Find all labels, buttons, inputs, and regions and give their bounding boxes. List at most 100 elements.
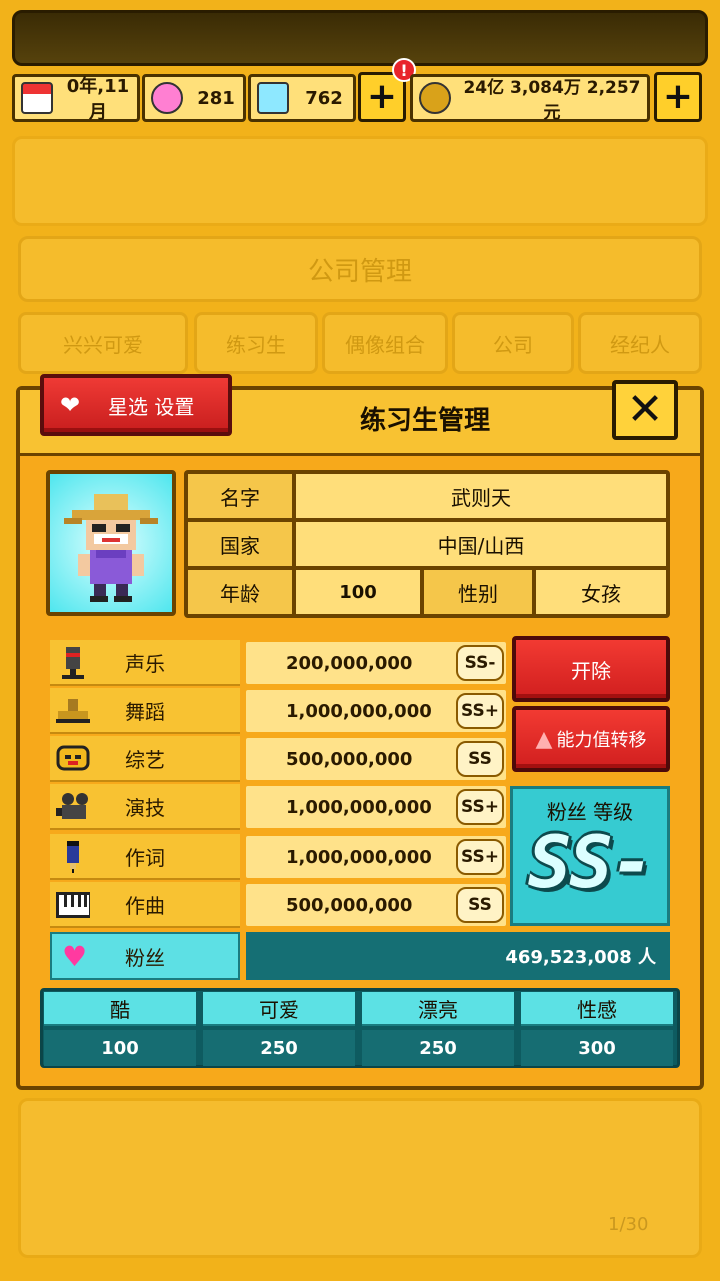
mic-icon [56, 646, 90, 680]
camera-icon [56, 790, 90, 824]
attribute-pretty: 漂亮 250 [362, 992, 514, 1066]
stat-row-acting: 演技 1,000,000,000 SS+ [50, 784, 510, 830]
stat-row-vocal: 声乐 200,000,000 SS- [50, 640, 510, 686]
attribute-value: 300 [521, 1030, 673, 1066]
grade-badge: SS+ [456, 789, 504, 825]
background-list-panel [18, 1098, 702, 1258]
background-tab-2: 偶像组合 [322, 312, 448, 374]
attribute-value: 250 [203, 1030, 355, 1066]
transfer-label: 能力值转移 [556, 730, 647, 751]
dismiss-label: 开除 [571, 658, 611, 683]
stat-name-cell: 综艺 [50, 736, 240, 782]
stat-value-cell: 1,000,000,000 SS+ [246, 690, 506, 732]
stat-row-compose: 作曲 500,000,000 SS [50, 882, 510, 928]
stat-value: 1,000,000,000 [286, 796, 432, 818]
pink-gem-icon [151, 82, 183, 114]
pink-gem-value: 281 [197, 87, 235, 109]
gender-value: 女孩 [536, 570, 666, 614]
age-label: 年龄 [188, 570, 292, 614]
add-money-button[interactable]: + [654, 72, 702, 122]
stat-label: 作词 [125, 845, 165, 870]
fans-heart-icon: ♥ [62, 940, 88, 973]
stat-value: 1,000,000,000 [286, 700, 432, 722]
stat-value: 500,000,000 [286, 748, 413, 770]
attribute-cute: 可爱 250 [203, 992, 355, 1066]
attribute-label: 可爱 [203, 992, 355, 1026]
stat-label: 声乐 [125, 651, 165, 676]
attribute-label: 漂亮 [362, 992, 514, 1026]
transfer-icon: ▲ [535, 726, 553, 752]
shoe-icon [56, 694, 90, 728]
age-value: 100 [296, 570, 420, 614]
stat-value: 500,000,000 [286, 894, 413, 916]
attribute-sexy: 性感 300 [521, 992, 673, 1066]
mask-icon [56, 742, 90, 776]
pen-icon [56, 840, 90, 874]
name-value: 武则天 [296, 474, 666, 518]
stat-row-dance: 舞蹈 1,000,000,000 SS+ [50, 688, 510, 734]
date-value: 0年,11月 [66, 76, 130, 123]
stat-label: 综艺 [125, 747, 165, 772]
attribute-label: 酷 [44, 992, 196, 1026]
transfer-ability-button[interactable]: ▲ 能力值转移 [512, 706, 670, 772]
heart-icon: ❤ [60, 391, 81, 419]
grade-badge: SS+ [456, 839, 504, 875]
grade-badge: SS [456, 741, 504, 777]
background-tab-1: 练习生 [194, 312, 318, 374]
country-value: 中国/山西 [296, 522, 666, 566]
page-indicator: 1/30 [608, 1214, 649, 1235]
money-display: 24亿 3,084万 2,257元 [410, 74, 650, 123]
fans-count: 469,523,008 人 [246, 932, 670, 980]
pink-gem-display: 281 [142, 74, 246, 122]
background-tab-3: 公司 [452, 312, 574, 374]
attribute-label: 性感 [521, 992, 673, 1026]
grade-badge: SS+ [456, 693, 504, 729]
stat-value: 1,000,000,000 [286, 846, 432, 868]
stat-row-variety: 综艺 500,000,000 SS [50, 736, 510, 782]
stat-label: 作曲 [125, 893, 165, 918]
attribute-value: 250 [362, 1030, 514, 1066]
stat-name-cell: 舞蹈 [50, 688, 240, 734]
stat-name-cell: 作曲 [50, 882, 240, 928]
top-banner [12, 10, 708, 66]
stat-name-cell: 声乐 [50, 640, 240, 686]
stat-value-cell: 200,000,000 SS- [246, 642, 506, 684]
grade-badge: SS [456, 887, 504, 923]
pixel-character-icon [64, 494, 158, 602]
background-screen-title: 公司管理 [18, 236, 702, 302]
calendar-icon [21, 82, 53, 114]
trainee-avatar [46, 470, 176, 616]
stat-value-cell: 1,000,000,000 SS+ [246, 836, 506, 878]
fans-label-cell: ♥ 粉丝 [50, 932, 240, 980]
stat-row-lyrics: 作词 1,000,000,000 SS+ [50, 834, 510, 880]
name-label: 名字 [188, 474, 292, 518]
background-menu-strip [12, 136, 708, 226]
stat-value-cell: 1,000,000,000 SS+ [246, 786, 506, 828]
panel-title: 练习生管理 [359, 406, 490, 436]
money-value: 24亿 3,084万 2,257元 [463, 78, 641, 123]
close-button[interactable]: ✕ [612, 380, 678, 440]
attribute-cool: 酷 100 [44, 992, 196, 1066]
coin-icon [419, 82, 451, 114]
attribute-value: 100 [44, 1030, 196, 1066]
fan-level-grade: SS- [527, 820, 654, 904]
country-label: 国家 [188, 522, 292, 566]
star-select-settings-button[interactable]: ❤ 星选 设置 [40, 374, 232, 436]
diamond-display: 762 [248, 74, 356, 122]
diamond-icon [257, 82, 289, 114]
piano-icon [56, 888, 90, 922]
fans-row: ♥ 粉丝 469,523,008 人 [50, 932, 670, 980]
background-tab-4: 经纪人 [578, 312, 702, 374]
fans-label: 粉丝 [125, 945, 165, 970]
stat-name-cell: 作词 [50, 834, 240, 880]
stat-value-cell: 500,000,000 SS [246, 738, 506, 780]
gender-label: 性别 [424, 570, 532, 614]
star-select-label: 星选 设置 [108, 394, 195, 419]
diamond-value: 762 [305, 87, 343, 109]
dismiss-button[interactable]: 开除 [512, 636, 670, 702]
background-tab-0: 兴兴可爱 [18, 312, 188, 374]
stat-label: 舞蹈 [125, 699, 165, 724]
stat-value-cell: 500,000,000 SS [246, 884, 506, 926]
stat-label: 演技 [125, 795, 165, 820]
date-display: 0年,11月 [12, 74, 140, 123]
